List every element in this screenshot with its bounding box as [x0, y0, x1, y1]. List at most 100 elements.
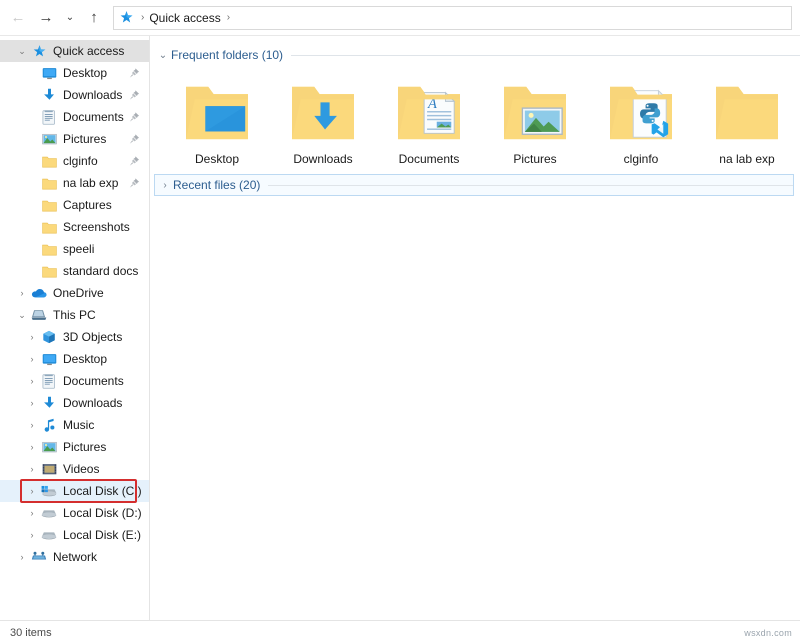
folder-tile-label: Pictures	[513, 152, 557, 166]
folder-downloads-icon	[287, 78, 359, 146]
up-button[interactable]: ↑	[80, 5, 108, 31]
folder-tile[interactable]: A Documents	[376, 78, 482, 166]
sidebar-item-label: standard docs	[63, 264, 139, 278]
chevron-down-icon[interactable]: ⌄	[14, 310, 30, 321]
chevron-right-icon: ›	[24, 68, 40, 78]
chevron-right-icon[interactable]: ›	[24, 464, 40, 474]
star-icon	[30, 43, 48, 59]
chevron-right-icon[interactable]: ›	[24, 508, 40, 518]
sidebar-item-this-pc[interactable]: ⌄ This PC	[0, 304, 149, 326]
sidebar-item-label: speeli	[63, 242, 95, 256]
pin-icon[interactable]	[129, 68, 140, 79]
folder-tile[interactable]: Pictures	[482, 78, 588, 166]
folder-icon	[40, 219, 58, 235]
sidebar-item-speeli[interactable]: › speeli	[0, 238, 149, 260]
folder-tile-label: Downloads	[293, 152, 353, 166]
breadcrumb-separator-2[interactable]: ›	[221, 12, 235, 23]
chevron-right-icon: ›	[24, 222, 40, 232]
group-divider-rule	[268, 184, 793, 186]
videos-icon	[40, 461, 58, 477]
folder-tile-label: clginfo	[623, 152, 659, 166]
sidebar-item-label: Downloads	[63, 396, 123, 410]
back-button[interactable]: ←	[4, 5, 32, 31]
chevron-right-icon[interactable]: ›	[24, 420, 40, 430]
sidebar-item-label: Music	[63, 418, 95, 432]
sidebar-item-captures[interactable]: › Captures	[0, 194, 149, 216]
folder-tile[interactable]: Downloads	[270, 78, 376, 166]
chevron-right-icon[interactable]: ›	[14, 288, 30, 298]
chevron-right-icon: ›	[24, 90, 40, 100]
folder-pictures-icon	[499, 78, 571, 146]
forward-button[interactable]: →	[32, 5, 60, 31]
music-note-icon	[40, 417, 58, 433]
recent-locations-dropdown-button[interactable]: ⌄	[60, 5, 80, 31]
recent-files-title: Recent files (20)	[173, 178, 261, 192]
sidebar-item-downloads[interactable]: › Downloads	[0, 84, 149, 106]
sidebar-item-desktop[interactable]: › Desktop	[0, 348, 149, 370]
pin-icon[interactable]	[129, 178, 140, 189]
sidebar-item-downloads[interactable]: › Downloads	[0, 392, 149, 414]
watermark-label: wsxdn.com	[744, 627, 792, 638]
pin-icon[interactable]	[129, 90, 140, 101]
recent-files-group-header[interactable]: › Recent files (20)	[154, 174, 794, 196]
sidebar-item-label: Desktop	[63, 66, 108, 80]
pin-icon[interactable]	[129, 156, 140, 167]
sidebar-item-network[interactable]: › Network	[0, 546, 149, 568]
pin-icon[interactable]	[129, 112, 140, 123]
documents-icon	[40, 109, 58, 125]
chevron-down-icon[interactable]: ⌄	[155, 50, 171, 61]
sidebar-item-3d-objects[interactable]: › 3D Objects	[0, 326, 149, 348]
sidebar-item-local-disk-e[interactable]: › Local Disk (E:)	[0, 524, 149, 546]
folder-tile-label: na lab exp	[719, 152, 775, 166]
sidebar-item-label: Pictures	[63, 440, 107, 454]
this-pc-icon	[30, 307, 48, 323]
chevron-right-icon[interactable]: ›	[24, 530, 40, 540]
chevron-right-icon[interactable]: ›	[24, 354, 40, 364]
chevron-right-icon[interactable]: ›	[24, 486, 40, 496]
sidebar-item-standard-docs[interactable]: › standard docs	[0, 260, 149, 282]
chevron-down-icon[interactable]: ⌄	[14, 46, 30, 57]
sidebar-item-na-lab-exp[interactable]: › na lab exp	[0, 172, 149, 194]
sidebar-item-local-disk-d[interactable]: › Local Disk (D:)	[0, 502, 149, 524]
chevron-right-icon[interactable]: ›	[157, 180, 173, 191]
chevron-right-icon[interactable]: ›	[24, 442, 40, 452]
folder-icon	[40, 153, 58, 169]
pin-icon[interactable]	[129, 134, 140, 145]
sidebar-item-label: OneDrive	[53, 286, 104, 300]
pictures-icon	[40, 439, 58, 455]
breadcrumb-separator-1: ›	[141, 12, 145, 23]
sidebar-item-label: 3D Objects	[63, 330, 123, 344]
downloads-icon	[40, 395, 58, 411]
sidebar-item-quick-access[interactable]: ⌄ Quick access	[0, 40, 149, 62]
explorer-body: ⌄ Quick access › Desktop › Downloads › Document…	[0, 36, 800, 620]
sidebar-item-documents[interactable]: › Documents	[0, 370, 149, 392]
folder-tile[interactable]: na lab exp	[694, 78, 800, 166]
address-bar[interactable]: › Quick access ›	[113, 5, 792, 30]
sidebar-item-desktop[interactable]: › Desktop	[0, 62, 149, 84]
sidebar-item-pictures[interactable]: › Pictures	[0, 128, 149, 150]
sidebar-item-label: Network	[53, 550, 98, 564]
sidebar-item-music[interactable]: › Music	[0, 414, 149, 436]
file-list-pane[interactable]: ⌄ Frequent folders (10) Desktop Download…	[150, 36, 800, 620]
sidebar-item-label: Quick access	[53, 44, 125, 58]
chevron-right-icon[interactable]: ›	[14, 552, 30, 562]
sidebar-item-label: Documents	[63, 110, 124, 124]
sidebar-item-onedrive[interactable]: › OneDrive	[0, 282, 149, 304]
sidebar-item-local-disk-c[interactable]: › Local Disk (C:)	[0, 480, 149, 502]
chevron-right-icon[interactable]: ›	[24, 398, 40, 408]
breadcrumb-quick-access[interactable]: Quick access	[149, 11, 220, 25]
folder-plain-icon	[711, 78, 783, 146]
folder-tile[interactable]: clginfo	[588, 78, 694, 166]
chevron-right-icon[interactable]: ›	[24, 332, 40, 342]
navigation-pane[interactable]: ⌄ Quick access › Desktop › Downloads › Document…	[0, 36, 150, 620]
sidebar-item-videos[interactable]: › Videos	[0, 458, 149, 480]
frequent-folders-group-header[interactable]: ⌄ Frequent folders (10)	[150, 44, 800, 66]
sidebar-item-documents[interactable]: › Documents	[0, 106, 149, 128]
chevron-right-icon[interactable]: ›	[24, 376, 40, 386]
folder-icon	[40, 241, 58, 257]
sidebar-item-screenshots[interactable]: › Screenshots	[0, 216, 149, 238]
folder-tile[interactable]: Desktop	[164, 78, 270, 166]
folder-tile-label: Desktop	[194, 152, 240, 166]
sidebar-item-pictures[interactable]: › Pictures	[0, 436, 149, 458]
sidebar-item-clginfo[interactable]: › clginfo	[0, 150, 149, 172]
